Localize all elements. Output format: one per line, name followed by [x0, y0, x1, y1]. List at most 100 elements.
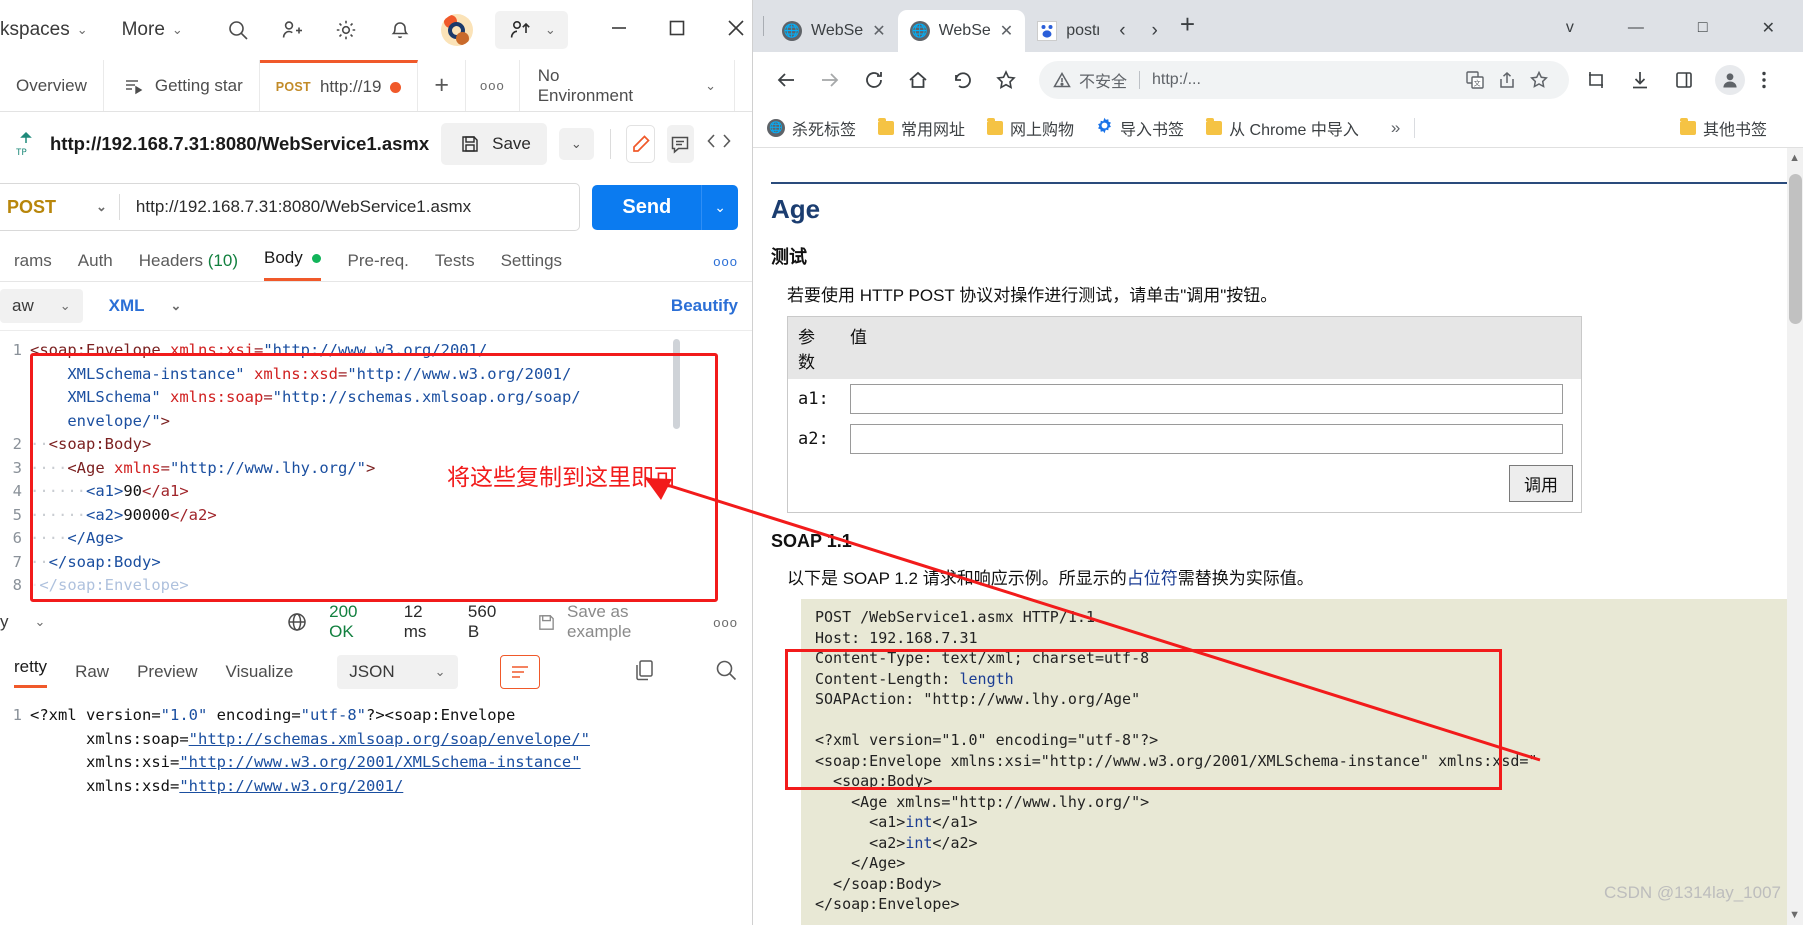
profile-icon[interactable] [1715, 65, 1745, 95]
new-tab-button[interactable]: + [1180, 9, 1195, 40]
tab-settings[interactable]: Settings [501, 251, 562, 281]
close-icon[interactable]: ✕ [872, 21, 885, 41]
address-input[interactable]: http:/... [1152, 71, 1459, 89]
scroll-up-icon[interactable]: ▲ [1789, 152, 1800, 164]
tab-pretty[interactable]: retty [14, 657, 48, 688]
close-icon[interactable]: ✕ [1000, 21, 1013, 41]
save-options-button[interactable]: ⌄ [558, 128, 594, 160]
tab-auth[interactable]: Auth [78, 251, 113, 281]
tab-overview[interactable]: Overview [0, 60, 104, 111]
tab-more-button[interactable]: ooo [466, 60, 520, 111]
body-format-selector[interactable]: XML ⌄ [109, 296, 182, 316]
window-maximize-button[interactable]: □ [1698, 19, 1708, 37]
bookmark-kill-tabs[interactable]: 🌐 杀死标签 [767, 116, 856, 140]
side-panel-icon[interactable] [1665, 61, 1703, 99]
bookmark-from-chrome[interactable]: 从 Chrome 中导入 [1206, 116, 1359, 140]
web-page-content: Age 测试 若要使用 HTTP POST 协议对操作进行测试，请单击"调用"按… [753, 148, 1803, 925]
response-view-selector[interactable]: y ⌄ [0, 612, 45, 632]
send-button[interactable]: Send [592, 184, 702, 230]
response-format-selector[interactable]: JSON ⌄ [337, 655, 458, 689]
save-button[interactable]: Save [441, 123, 547, 165]
request-tabs-more-button[interactable]: ooo [713, 254, 738, 281]
param-input-a2[interactable] [850, 424, 1563, 454]
avatar-icon[interactable] [440, 14, 473, 46]
share-icon[interactable] [1491, 64, 1523, 96]
security-label: 不安全 [1079, 74, 1128, 91]
window-minimize-button[interactable]: — [1628, 19, 1644, 37]
tab-pre-request[interactable]: Pre-req. [347, 251, 408, 281]
scroll-down-icon[interactable]: ▼ [1789, 909, 1800, 921]
edit-button[interactable] [626, 125, 655, 163]
notifications-icon[interactable] [387, 17, 413, 43]
capture-icon[interactable] [1577, 61, 1615, 99]
tab-params[interactable]: rams [14, 251, 52, 281]
wrap-lines-button[interactable] [499, 655, 540, 689]
chevron-down-icon: ⌄ [705, 77, 717, 93]
search-icon[interactable] [714, 658, 738, 687]
tab-tests[interactable]: Tests [435, 251, 475, 281]
tab-scroll-right-icon[interactable]: › [1152, 20, 1158, 42]
back-icon[interactable] [767, 61, 805, 99]
signin-button[interactable]: ⌄ [494, 11, 568, 49]
more-menu[interactable]: More ⌄ [122, 19, 183, 41]
beautify-button[interactable]: Beautify [671, 296, 738, 316]
translate-icon[interactable]: 文 [1459, 64, 1491, 96]
tab-headers[interactable]: Headers (10) [139, 251, 238, 281]
tab-visualize[interactable]: Visualize [226, 662, 294, 682]
undo-icon[interactable] [943, 61, 981, 99]
bookmark-label: 常用网址 [901, 121, 966, 139]
editor-scrollbar[interactable] [673, 339, 680, 429]
security-warning[interactable]: 不安全 [1053, 68, 1127, 92]
bookmark-import[interactable]: 导入书签 [1096, 116, 1184, 140]
tab-search-icon[interactable]: v [1566, 19, 1574, 37]
omnibox[interactable]: 不安全 http:/... 文 [1039, 61, 1569, 99]
tab-raw[interactable]: Raw [75, 662, 109, 682]
code-snippet-button[interactable] [706, 130, 738, 158]
folder-icon [1679, 117, 1696, 135]
search-icon[interactable] [225, 17, 251, 43]
invoke-button[interactable]: 调用 [1509, 465, 1573, 502]
send-options-button[interactable]: ⌄ [701, 184, 738, 230]
comment-button[interactable] [666, 125, 694, 163]
scrollbar-thumb[interactable] [1789, 174, 1802, 324]
star-icon[interactable] [987, 61, 1025, 99]
url-input[interactable]: http://192.168.7.31:8080/WebService1.asm… [120, 197, 471, 217]
window-maximize-button[interactable] [666, 17, 688, 44]
invite-icon[interactable] [279, 17, 305, 43]
bookmark-common-sites[interactable]: 常用网址 [878, 116, 965, 140]
other-bookmarks-button[interactable]: 其他书签 [1679, 116, 1767, 140]
save-as-example-button[interactable]: Save as example [534, 602, 685, 642]
environment-quicklook-button[interactable] [735, 60, 752, 111]
tab-post-request[interactable]: POST http://19 [259, 60, 419, 111]
tab-scroll-left-icon[interactable]: ‹ [1119, 20, 1125, 42]
chrome-tab-1[interactable]: 🌐 WebSe ✕ [770, 10, 898, 52]
download-icon[interactable] [1621, 61, 1659, 99]
menu-icon[interactable] [1745, 61, 1783, 99]
gear-icon[interactable] [333, 17, 359, 43]
reload-icon[interactable] [855, 61, 893, 99]
window-close-button[interactable]: ✕ [1762, 18, 1775, 38]
copy-button[interactable] [632, 658, 656, 687]
bookmarks-overflow-button[interactable]: » [1391, 118, 1400, 138]
placeholder-link[interactable]: 占位符 [1127, 569, 1178, 588]
window-close-button[interactable] [724, 16, 748, 45]
bookmark-shopping[interactable]: 网上购物 [987, 116, 1074, 140]
window-minimize-button[interactable] [608, 17, 630, 44]
response-body[interactable]: 1 <?xml version="1.0" encoding="utf-8"?>… [0, 698, 752, 798]
tab-getting-started[interactable]: Getting star [104, 60, 260, 111]
http-method-selector[interactable]: POST ⌄ [0, 197, 119, 218]
bookmark-star-icon[interactable] [1523, 64, 1555, 96]
tab-body[interactable]: Body [264, 248, 322, 281]
response-more-button[interactable]: ooo [713, 615, 738, 630]
tab-preview[interactable]: Preview [137, 662, 197, 682]
home-icon[interactable] [899, 61, 937, 99]
param-input-a1[interactable] [850, 384, 1563, 414]
chrome-tab-3[interactable]: postm [1025, 10, 1111, 52]
chrome-tab-2[interactable]: 🌐 WebSe ✕ [897, 10, 1026, 52]
globe-icon: 🌐 [782, 21, 802, 41]
environment-selector[interactable]: No Environment ⌄ [520, 60, 736, 111]
page-scrollbar[interactable]: ▲ ▼ [1787, 148, 1803, 925]
new-tab-button[interactable]: + [418, 60, 467, 111]
body-mode-selector[interactable]: aw ⌄ [0, 289, 83, 323]
workspaces-menu[interactable]: kspaces ⌄ [0, 19, 88, 41]
